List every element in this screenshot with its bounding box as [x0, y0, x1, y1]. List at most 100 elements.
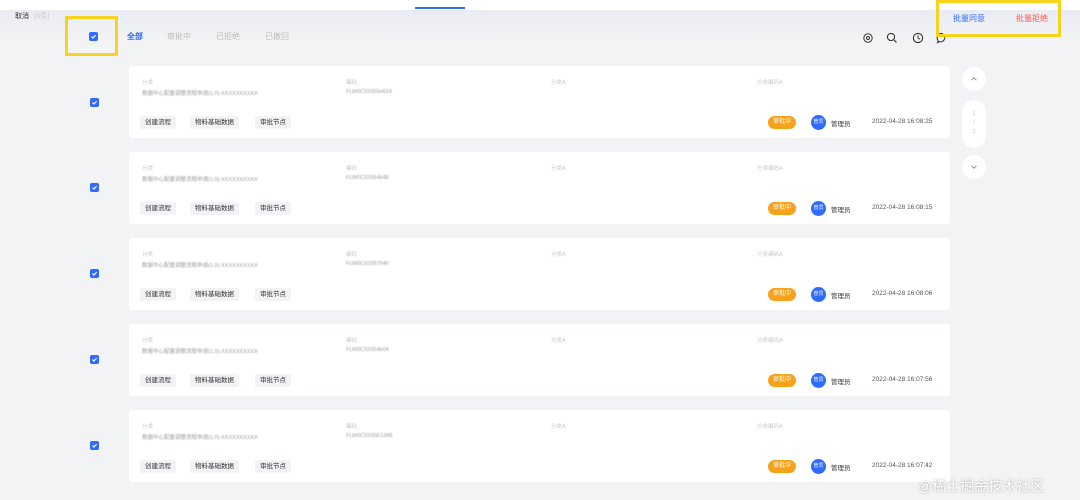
clock-icon[interactable] — [912, 31, 924, 44]
highlight-select-all — [65, 16, 118, 56]
tab-pending[interactable]: 审批中 — [167, 31, 216, 42]
record-card[interactable]: 分类 数据中心配置调整流程申请(1.0)-XXXXXXXXXX 编码 FLW0C… — [129, 66, 950, 138]
tag: 创建流程 — [140, 116, 176, 129]
check-icon — [92, 100, 98, 105]
category-code-a-label: 分类编码A — [757, 252, 783, 258]
category-label: 分类 — [142, 80, 154, 86]
filter-tabs: 全部 审批中 已拒绝 已撤回 — [127, 31, 305, 42]
check-icon — [92, 185, 98, 190]
owner-name: 管理员 — [831, 293, 851, 300]
owner-name: 管理员 — [831, 465, 851, 472]
top-bar — [0, 0, 1080, 10]
category-a-label: 分类A — [551, 252, 566, 258]
category-value: 数据中心配置调整流程申请(1.0)-XXXXXXXXXX — [142, 263, 258, 269]
row-checkbox[interactable] — [90, 355, 99, 364]
row-checkbox[interactable] — [90, 183, 99, 192]
tag: 审批节点 — [255, 116, 291, 129]
category-code-a-label: 分类编码A — [757, 80, 783, 86]
watermark: @稀土掘金技术社区 — [918, 478, 1045, 494]
status-badge: 审批中 — [768, 116, 797, 129]
row-checkbox[interactable] — [90, 269, 99, 278]
category-label: 分类 — [142, 424, 154, 430]
category-label: 分类 — [142, 166, 154, 172]
code-label: 编码 — [346, 424, 358, 430]
tab-all[interactable]: 全部 — [127, 31, 167, 42]
avatar: 管员 — [811, 373, 826, 388]
tag: 创建流程 — [140, 288, 176, 301]
status-badge: 审批中 — [768, 374, 797, 387]
row-checkbox[interactable] — [90, 441, 99, 450]
tag: 创建流程 — [140, 460, 176, 473]
search-icon[interactable] — [886, 31, 898, 43]
code-value: FLW0C0205E1348 — [346, 433, 393, 439]
category-code-a-label: 分类编码A — [757, 424, 783, 430]
avatar: 管员 — [811, 201, 826, 216]
avatar: 管员 — [811, 115, 826, 130]
code-value: FLW0C02057940 — [346, 261, 389, 267]
tag: 创建流程 — [140, 374, 176, 387]
tag: 审批节点 — [255, 374, 291, 387]
code-label: 编码 — [346, 80, 358, 86]
category-label: 分类 — [142, 252, 154, 258]
tag: 物料基础数据 — [190, 288, 239, 301]
row-checkbox[interactable] — [90, 98, 99, 107]
category-value: 数据中心配置调整流程申请(1.0)-XXXXXXXXXX — [142, 177, 258, 183]
avatar: 管员 — [811, 287, 826, 302]
pager-current: 1 — [972, 111, 976, 117]
tag: 创建流程 — [140, 202, 176, 215]
category-a-label: 分类A — [551, 338, 566, 344]
category-a-label: 分类A — [551, 424, 566, 430]
category-code-a-label: 分类编码A — [757, 338, 783, 344]
code-value: FLW0C02055e624 — [346, 89, 392, 95]
category-code-a-label: 分类编码A — [757, 166, 783, 172]
highlight-batch-actions — [936, 0, 1061, 37]
scroll-down-button[interactable] — [962, 155, 986, 179]
record-card[interactable]: 分类 数据中心配置调整流程申请(1.0)-XXXXXXXXXX 编码 FLW0C… — [129, 324, 950, 396]
tag: 物料基础数据 — [190, 116, 239, 129]
record-card[interactable]: 分类 数据中心配置调整流程申请(1.0)-XXXXXXXXXX 编码 FLW0C… — [129, 410, 950, 482]
status-badge: 审批中 — [768, 460, 797, 473]
status-badge: 审批中 — [768, 288, 797, 301]
pager-separator: / — [973, 120, 975, 126]
owner-name: 管理员 — [831, 207, 851, 214]
check-icon — [92, 357, 98, 362]
gear-icon[interactable] — [862, 31, 874, 43]
timestamp: 2022-04-28 16:07:56 — [872, 376, 933, 383]
tab-withdrawn[interactable]: 已撤回 — [265, 31, 305, 42]
timestamp: 2022-04-28 16:08:15 — [872, 204, 933, 211]
cancel-button[interactable]: 取消 — [15, 11, 29, 21]
category-label: 分类 — [142, 338, 154, 344]
tag: 物料基础数据 — [190, 460, 239, 473]
tag: 审批节点 — [255, 288, 291, 301]
tag: 物料基础数据 — [190, 202, 239, 215]
category-value: 数据中心配置调整流程申请(1.0)-XXXXXXXXXX — [142, 91, 258, 97]
check-icon — [92, 443, 98, 448]
tab-rejected[interactable]: 已拒绝 — [216, 31, 265, 42]
selected-count: (5条) — [34, 13, 50, 20]
tag: 审批节点 — [255, 460, 291, 473]
code-label: 编码 — [346, 252, 358, 258]
pager-total: 1 — [972, 129, 976, 135]
record-card[interactable]: 分类 数据中心配置调整流程申请(1.0)-XXXXXXXXXX 编码 FLW0C… — [129, 152, 950, 224]
category-value: 数据中心配置调整流程申请(1.0)-XXXXXXXXXX — [142, 349, 258, 355]
timestamp: 2022-04-28 16:08:06 — [872, 290, 933, 297]
timestamp: 2022-04-28 16:07:42 — [872, 462, 933, 469]
timestamp: 2022-04-28 16:08:25 — [872, 118, 933, 125]
pager: 1 / 1 — [962, 100, 986, 148]
check-icon — [92, 271, 98, 276]
owner-name: 管理员 — [831, 379, 851, 386]
chevron-down-icon — [971, 165, 977, 169]
owner-name: 管理员 — [831, 121, 851, 128]
code-label: 编码 — [346, 338, 358, 344]
category-a-label: 分类A — [551, 166, 566, 172]
avatar: 管员 — [811, 459, 826, 474]
record-card[interactable]: 分类 数据中心配置调整流程申请(1.0)-XXXXXXXXXX 编码 FLW0C… — [129, 238, 950, 310]
tag: 物料基础数据 — [190, 374, 239, 387]
category-value: 数据中心配置调整流程申请(1.0)-XXXXXXXXXX — [142, 435, 258, 441]
scroll-up-button[interactable] — [962, 67, 986, 91]
category-a-label: 分类A — [551, 80, 566, 86]
tag: 审批节点 — [255, 202, 291, 215]
chevron-up-icon — [971, 77, 977, 81]
status-badge: 审批中 — [768, 202, 797, 215]
code-value: FLW0C02054b04 — [346, 347, 389, 353]
